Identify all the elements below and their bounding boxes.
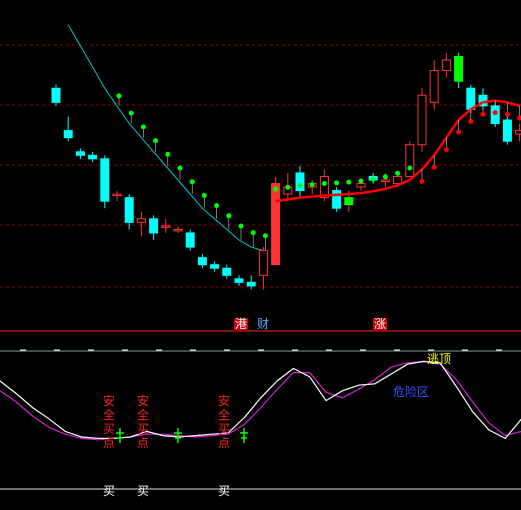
candle-body xyxy=(173,228,183,232)
ma-dot-green xyxy=(116,93,122,99)
safe-buy-label-3: 安全 买点 xyxy=(217,394,230,450)
candle-body xyxy=(393,175,403,185)
ma-dot-green xyxy=(201,192,207,198)
candle-body xyxy=(380,179,390,182)
buy-label-2: 买 xyxy=(137,484,150,498)
indicator-k-line xyxy=(0,360,521,440)
candle-body xyxy=(51,87,61,103)
ma-dot-green xyxy=(165,151,171,157)
ma-dot-red xyxy=(419,178,425,184)
buy-label-1: 买 xyxy=(103,484,116,498)
candle-body xyxy=(258,250,268,276)
candle-body xyxy=(429,70,439,103)
indicator-d-line xyxy=(0,360,521,441)
marker-gang: 港 xyxy=(234,317,249,331)
candle-body xyxy=(234,278,244,283)
candle-body xyxy=(161,225,171,228)
candle-body xyxy=(222,267,232,276)
ma-dot-green xyxy=(407,165,413,171)
ma-dot-green xyxy=(238,223,244,229)
candle-body xyxy=(75,151,85,156)
ma-dot-green xyxy=(297,183,303,189)
candle-body xyxy=(271,183,281,266)
ma-dot-green xyxy=(177,165,183,171)
ma-dot-red xyxy=(504,111,510,117)
marker-cai: 财 xyxy=(257,317,270,331)
ma-dot-red xyxy=(480,111,486,117)
candle-body xyxy=(136,218,146,223)
ma-dot-red xyxy=(456,129,462,135)
candle-body xyxy=(88,154,98,160)
candle-body xyxy=(210,264,220,269)
safe-buy-label-2: 安全 买点 xyxy=(136,394,149,450)
candle-body xyxy=(332,190,342,209)
ma-dot-red xyxy=(517,115,521,121)
candle-body xyxy=(185,232,195,248)
candle-body xyxy=(417,94,427,146)
candle-body xyxy=(466,87,476,110)
ma-dot-green xyxy=(358,178,364,184)
buy-label-3: 买 xyxy=(218,484,231,498)
candle-body xyxy=(405,144,415,177)
ma-dot-green xyxy=(370,176,376,182)
ma-dot-green xyxy=(382,174,388,180)
escape-top-label: 逃顶 xyxy=(427,352,452,366)
ma-dot-green xyxy=(153,138,159,144)
candle-body xyxy=(454,55,464,82)
chart-window: 港 财 涨 逃顶 危险区 安全 买点 安全 买点 安全 买点 买 买 买 xyxy=(0,0,521,510)
ma-dot-red xyxy=(431,164,437,170)
ma-dot-green xyxy=(395,170,401,176)
ma-dot-red xyxy=(443,147,449,153)
candle-body xyxy=(149,218,159,234)
ma-dot-green xyxy=(321,181,327,187)
kline-chart xyxy=(0,24,521,490)
ma-dot-green xyxy=(285,184,291,190)
candle-body xyxy=(100,158,110,202)
ma-dot-green xyxy=(250,230,256,236)
ma-dot-green xyxy=(226,213,232,219)
candle-body xyxy=(502,119,512,142)
ma-dot-green xyxy=(189,179,195,185)
ma-dot-green xyxy=(128,110,134,116)
ma-dot-green xyxy=(140,124,146,130)
marker-zhang: 涨 xyxy=(373,317,388,331)
candle-body xyxy=(441,59,451,72)
ma-dot-green xyxy=(262,233,268,239)
candle-body xyxy=(246,281,256,287)
candle-body xyxy=(197,257,207,266)
ma-dot-green xyxy=(309,182,315,188)
ma-dot-green xyxy=(334,180,340,186)
ma-dot-green xyxy=(273,186,279,192)
candle-body xyxy=(112,193,122,197)
danger-zone-label: 危险区 xyxy=(393,385,430,399)
ma-dot-red xyxy=(468,118,474,124)
candle-body xyxy=(344,197,354,206)
ma-cyan-line xyxy=(67,24,264,252)
candle-body xyxy=(63,130,73,139)
candle-body xyxy=(356,183,366,188)
ma-dot-green xyxy=(346,179,352,185)
safe-buy-label-1: 安全 买点 xyxy=(102,394,115,450)
candle-body xyxy=(124,197,134,223)
ma-dot-red xyxy=(492,110,498,116)
candle-body xyxy=(515,130,521,135)
ma-dot-green xyxy=(214,203,220,209)
